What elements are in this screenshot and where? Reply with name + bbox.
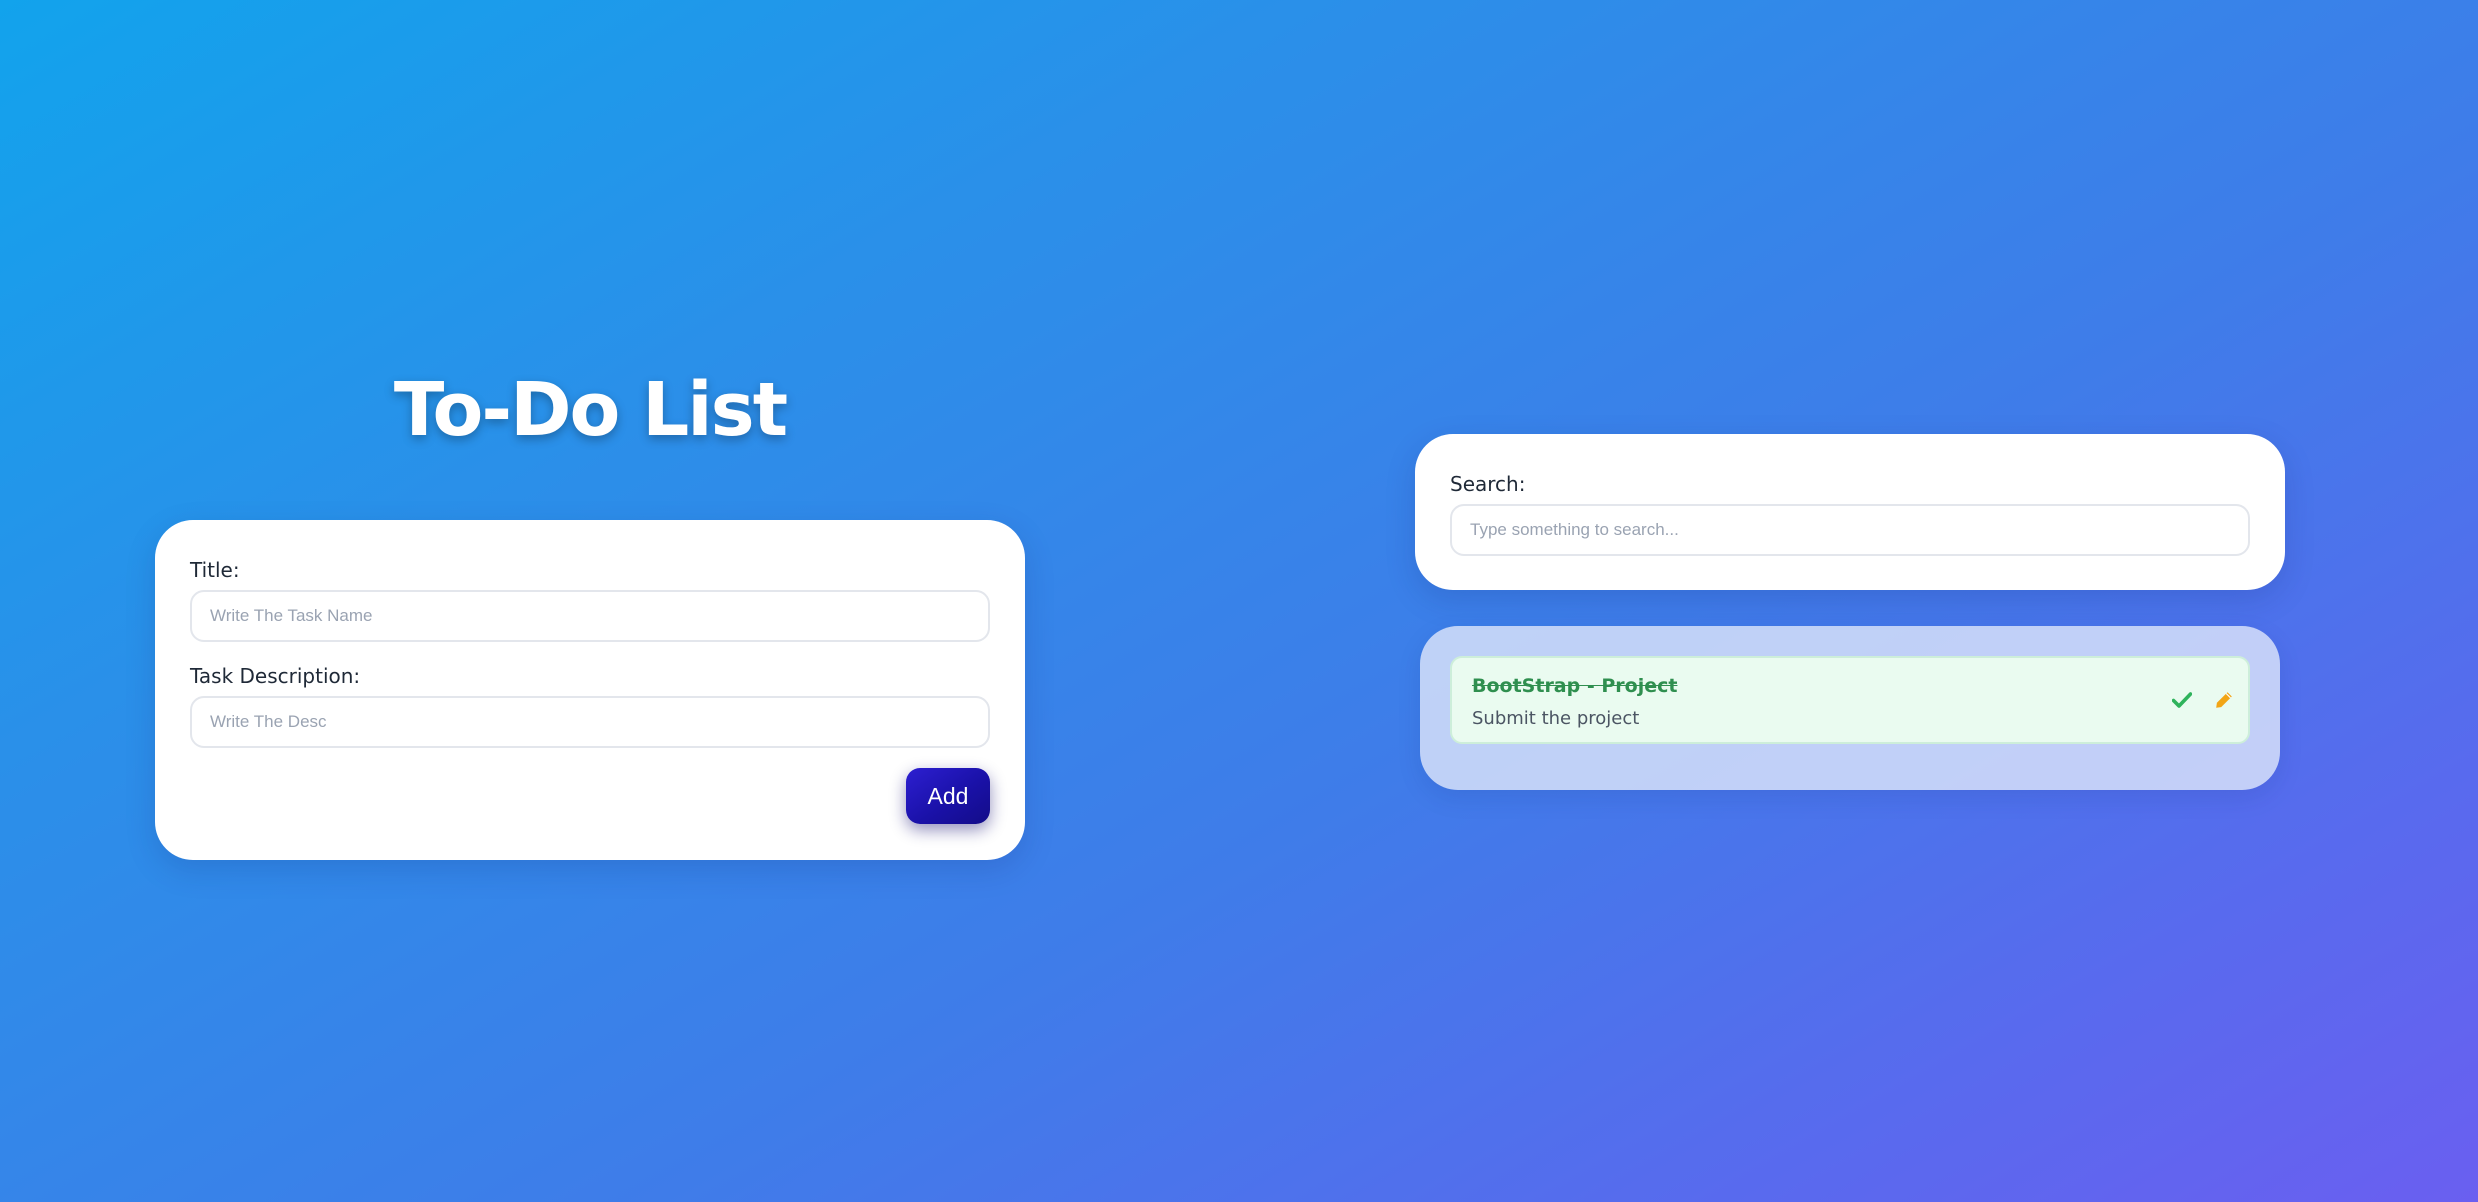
description-input[interactable] bbox=[190, 696, 990, 748]
task-description: Submit the project bbox=[1472, 708, 1640, 729]
page-title: To-Do List bbox=[393, 367, 788, 453]
task-actions bbox=[2170, 688, 2236, 712]
search-card: Search: bbox=[1415, 434, 2285, 590]
add-button[interactable]: Add bbox=[906, 768, 990, 824]
task-item: BootStrap - Project Submit the project bbox=[1450, 656, 2250, 744]
check-icon[interactable] bbox=[2170, 688, 2194, 712]
search-input[interactable] bbox=[1450, 504, 2250, 556]
search-label: Search: bbox=[1450, 472, 1526, 496]
description-label: Task Description: bbox=[190, 664, 361, 688]
task-list: BootStrap - Project Submit the project bbox=[1420, 626, 2280, 790]
title-input[interactable] bbox=[190, 590, 990, 642]
title-label: Title: bbox=[190, 558, 240, 582]
task-title: BootStrap - Project bbox=[1472, 675, 1678, 697]
add-task-form: Title: Task Description: Add bbox=[155, 520, 1025, 860]
pencil-icon[interactable] bbox=[2212, 688, 2236, 712]
